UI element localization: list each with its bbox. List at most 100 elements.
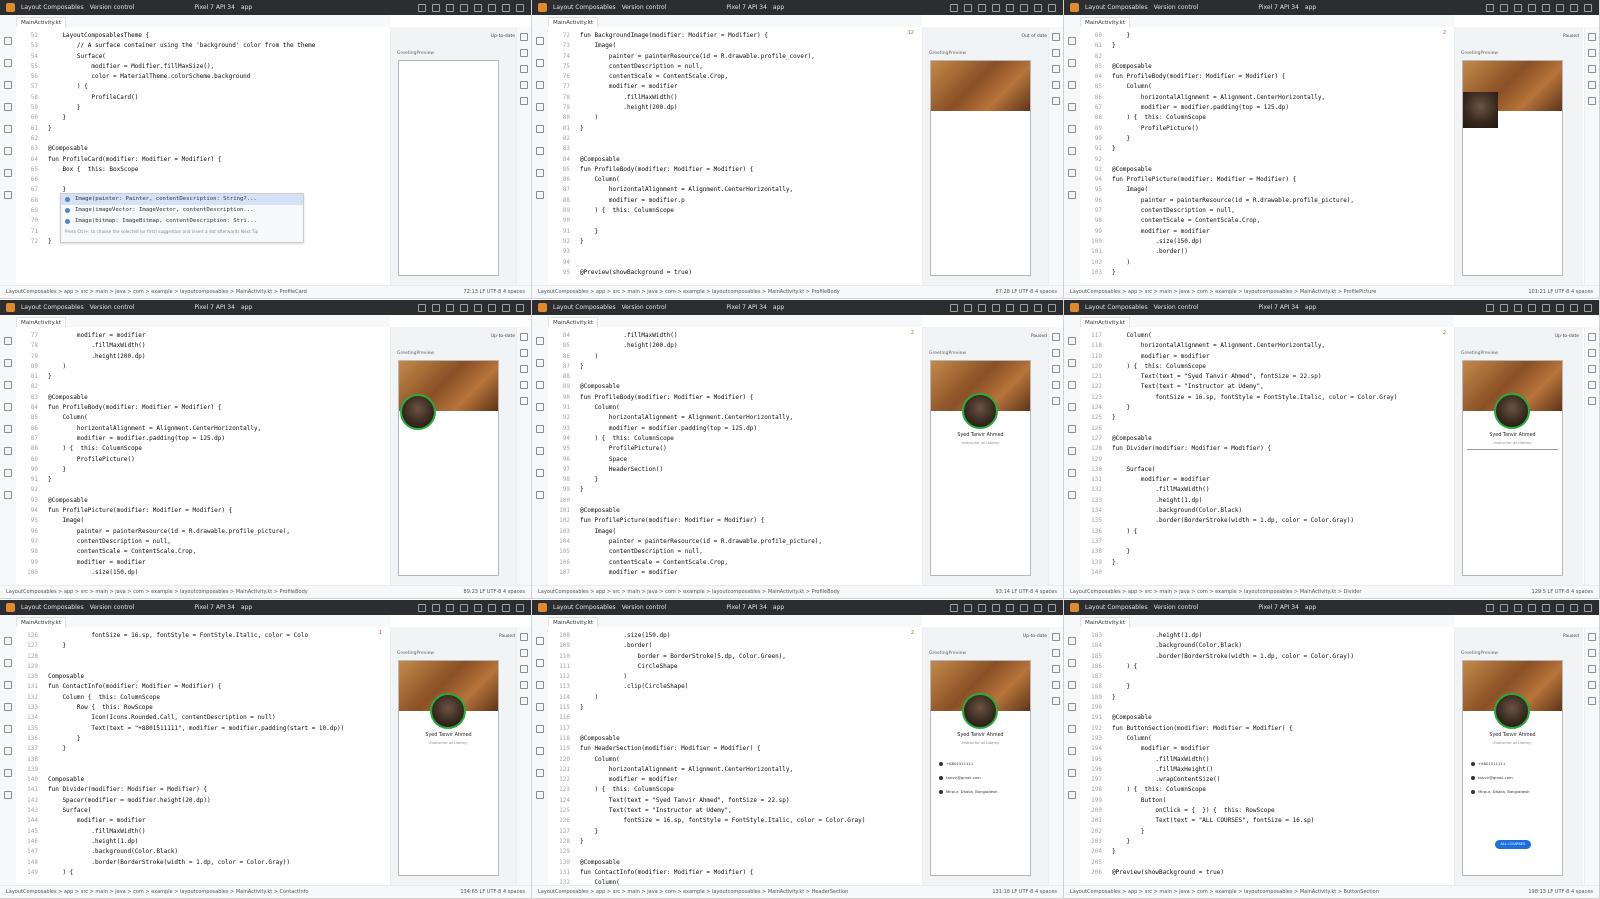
- breadcrumb[interactable]: LayoutComposables > app > src > main > j…: [1070, 889, 1379, 895]
- debug-icon[interactable]: [964, 604, 972, 612]
- problems-icon[interactable]: [536, 491, 544, 499]
- inspection-count[interactable]: 1: [379, 630, 382, 636]
- run-icon[interactable]: [950, 4, 958, 12]
- device-selector[interactable]: Pixel 7 API 34: [1258, 300, 1299, 315]
- build-icon[interactable]: [536, 725, 544, 733]
- minimize-icon[interactable]: [488, 304, 496, 312]
- minimize-icon[interactable]: [488, 604, 496, 612]
- vcs-menu[interactable]: Version control: [1154, 0, 1199, 15]
- minimize-icon[interactable]: [1020, 304, 1028, 312]
- device-manager-icon[interactable]: [520, 365, 528, 373]
- breadcrumb[interactable]: LayoutComposables > app > src > main > j…: [538, 289, 840, 295]
- run-config[interactable]: app: [241, 0, 252, 15]
- gradle-icon[interactable]: [1588, 649, 1596, 657]
- inspection-count[interactable]: 2: [1443, 30, 1446, 36]
- code-editor[interactable]: 52 LayoutComposablesTheme {53 // A surfa…: [16, 27, 390, 286]
- run-config[interactable]: app: [1305, 300, 1316, 315]
- search-icon[interactable]: [992, 604, 1000, 612]
- maximize-icon[interactable]: [1034, 304, 1042, 312]
- project-name[interactable]: Layout Composables: [21, 0, 84, 15]
- project-icon[interactable]: [536, 37, 544, 45]
- terminal-icon[interactable]: [1068, 469, 1076, 477]
- problems-icon[interactable]: [536, 191, 544, 199]
- vcs-menu[interactable]: Version control: [622, 600, 667, 615]
- commit-icon[interactable]: [4, 59, 12, 67]
- commit-icon[interactable]: [1068, 359, 1076, 367]
- ai-assistant-icon[interactable]: [1052, 97, 1060, 105]
- search-icon[interactable]: [1528, 604, 1536, 612]
- more-icon[interactable]: [536, 703, 544, 711]
- ai-assistant-icon[interactable]: [1052, 697, 1060, 705]
- debug-icon[interactable]: [432, 304, 440, 312]
- device-selector[interactable]: Pixel 7 API 34: [726, 0, 767, 15]
- breadcrumb[interactable]: LayoutComposables > app > src > main > j…: [1070, 289, 1376, 295]
- commit-icon[interactable]: [1068, 659, 1076, 667]
- notifications-icon[interactable]: [1052, 633, 1060, 641]
- close-icon[interactable]: [516, 304, 524, 312]
- structure-icon[interactable]: [1068, 381, 1076, 389]
- settings-icon[interactable]: [1006, 604, 1014, 612]
- close-icon[interactable]: [1584, 304, 1592, 312]
- breadcrumb[interactable]: LayoutComposables > app > src > main > j…: [538, 889, 848, 895]
- maximize-icon[interactable]: [1570, 4, 1578, 12]
- structure-icon[interactable]: [536, 381, 544, 389]
- gradle-icon[interactable]: [1588, 349, 1596, 357]
- vcs-menu[interactable]: Version control: [1154, 300, 1199, 315]
- problems-icon[interactable]: [536, 791, 544, 799]
- build-icon[interactable]: [4, 725, 12, 733]
- commit-icon[interactable]: [1068, 59, 1076, 67]
- run-config[interactable]: app: [773, 0, 784, 15]
- device-manager-icon[interactable]: [1588, 665, 1596, 673]
- run-config[interactable]: app: [241, 600, 252, 615]
- minimize-icon[interactable]: [1020, 4, 1028, 12]
- search-icon[interactable]: [460, 304, 468, 312]
- notifications-icon[interactable]: [520, 33, 528, 41]
- minimize-icon[interactable]: [1556, 604, 1564, 612]
- commit-icon[interactable]: [536, 359, 544, 367]
- problems-icon[interactable]: [1068, 491, 1076, 499]
- structure-icon[interactable]: [1068, 681, 1076, 689]
- project-icon[interactable]: [4, 637, 12, 645]
- notifications-icon[interactable]: [1588, 333, 1596, 341]
- ai-assistant-icon[interactable]: [520, 97, 528, 105]
- logcat-icon[interactable]: [4, 147, 12, 155]
- code-editor[interactable]: 72 fun BackgroundImage(modifier: Modifier…: [548, 27, 922, 286]
- gradle-icon[interactable]: [1052, 49, 1060, 57]
- maximize-icon[interactable]: [1034, 4, 1042, 12]
- emulator-icon[interactable]: [1052, 681, 1060, 689]
- close-icon[interactable]: [1584, 604, 1592, 612]
- vcs-menu[interactable]: Version control: [1154, 600, 1199, 615]
- commit-icon[interactable]: [4, 659, 12, 667]
- code-editor[interactable]: 84 .fillMaxWidth() 85 .height(200.dp) 86 )…: [548, 327, 922, 586]
- run-icon[interactable]: [1486, 4, 1494, 12]
- sync-icon[interactable]: [978, 604, 986, 612]
- project-name[interactable]: Layout Composables: [1085, 600, 1148, 615]
- cursor-position[interactable]: 131:18 LF UTF-8 4 spaces: [992, 886, 1057, 898]
- gradle-icon[interactable]: [1588, 49, 1596, 57]
- emulator-icon[interactable]: [520, 681, 528, 689]
- maximize-icon[interactable]: [1570, 304, 1578, 312]
- code-editor[interactable]: 80 } 81} 82 83 @Composable 84 fun ProfileBody(…: [1080, 27, 1454, 286]
- run-icon[interactable]: [418, 4, 426, 12]
- cursor-position[interactable]: 101:21 LF UTF-8 4 spaces: [1528, 286, 1593, 298]
- emulator-icon[interactable]: [1588, 381, 1596, 389]
- run-config[interactable]: app: [1305, 600, 1316, 615]
- notifications-icon[interactable]: [1052, 33, 1060, 41]
- autocomplete-popup[interactable]: Image(painter: Painter, contentDescripti…: [60, 193, 304, 243]
- device-selector[interactable]: Pixel 7 API 34: [726, 600, 767, 615]
- debug-icon[interactable]: [1500, 304, 1508, 312]
- device-selector[interactable]: Pixel 7 API 34: [194, 300, 235, 315]
- build-icon[interactable]: [1068, 425, 1076, 433]
- device-selector[interactable]: Pixel 7 API 34: [194, 600, 235, 615]
- more-icon[interactable]: [536, 403, 544, 411]
- device-manager-icon[interactable]: [1052, 65, 1060, 73]
- maximize-icon[interactable]: [1034, 604, 1042, 612]
- project-name[interactable]: Layout Composables: [553, 600, 616, 615]
- sync-icon[interactable]: [1514, 604, 1522, 612]
- debug-icon[interactable]: [964, 4, 972, 12]
- logcat-icon[interactable]: [536, 147, 544, 155]
- maximize-icon[interactable]: [502, 4, 510, 12]
- debug-icon[interactable]: [432, 604, 440, 612]
- build-icon[interactable]: [1068, 125, 1076, 133]
- more-icon[interactable]: [1068, 703, 1076, 711]
